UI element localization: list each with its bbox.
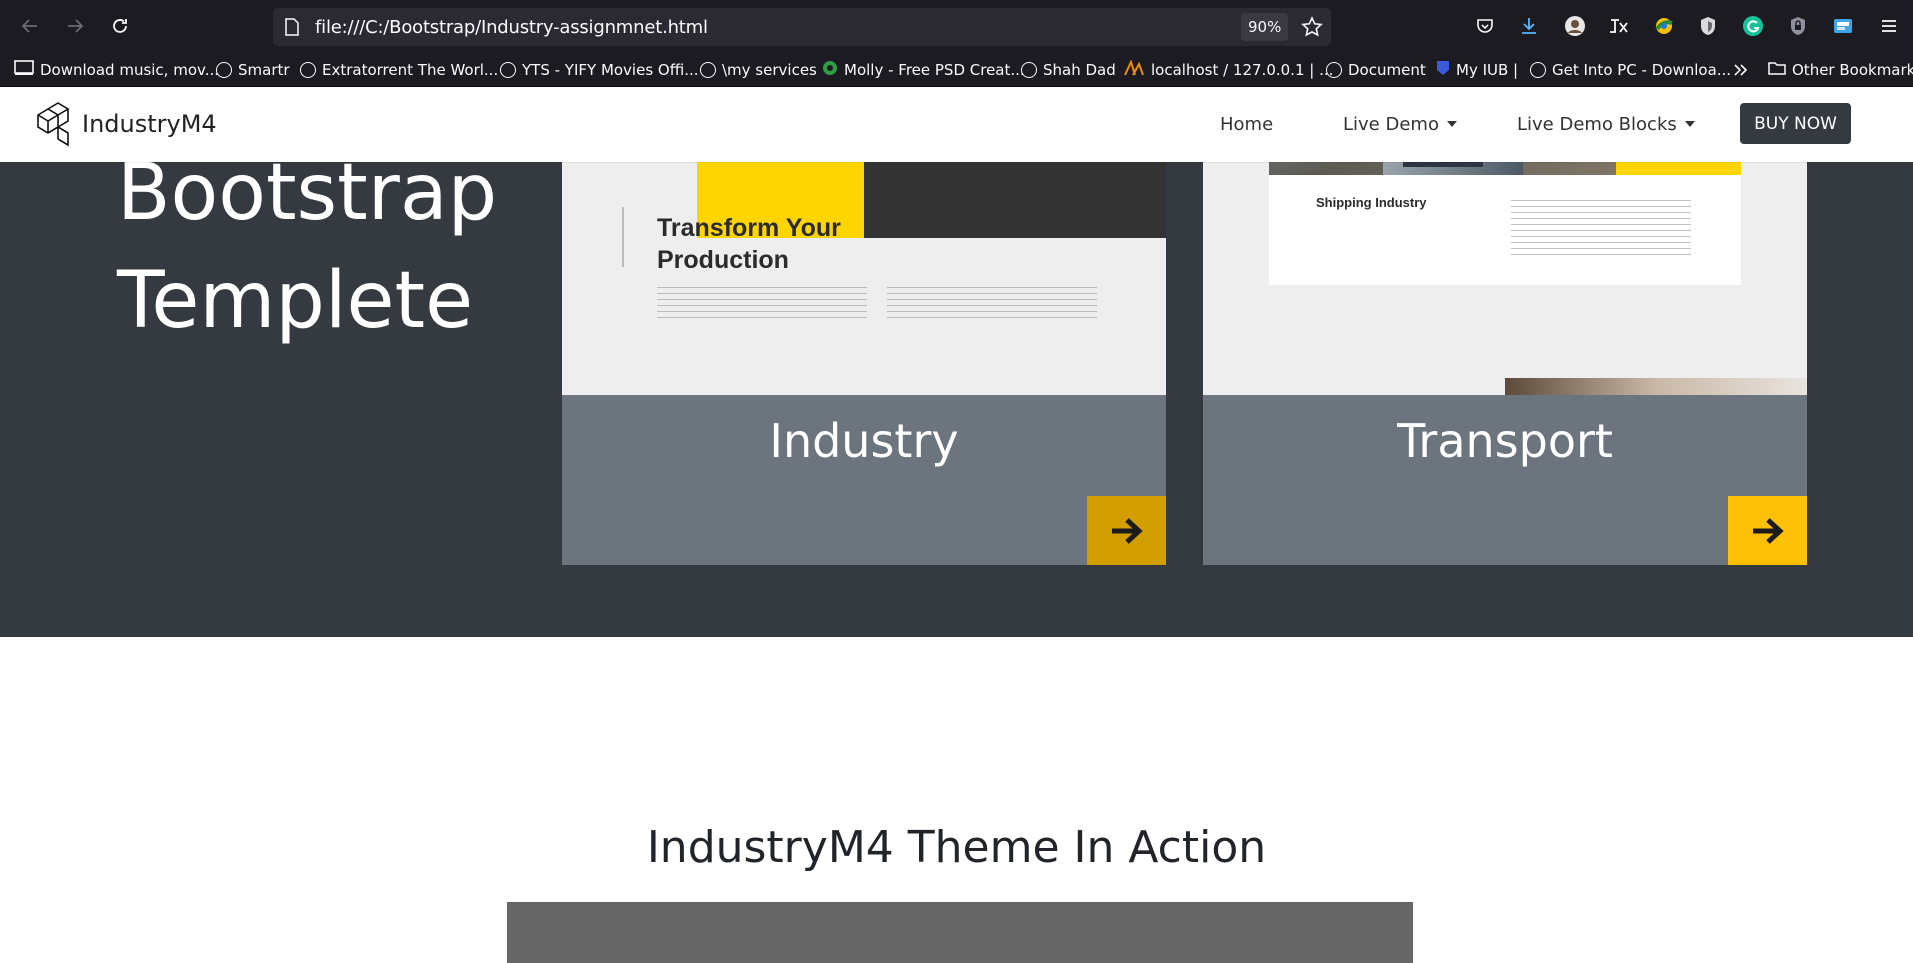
bookmark-item[interactable]: \my services: [700, 59, 817, 81]
arrow-right-icon: [1752, 517, 1784, 544]
brand-name: IndustryM4: [82, 110, 217, 138]
section-title: IndustryM4 Theme In Action: [646, 822, 1267, 873]
nav-live-demo[interactable]: Live Demo: [1343, 114, 1457, 135]
page-viewport: Bootstrap Templete Transform Your Produc…: [0, 87, 1913, 963]
globe-icon: [1021, 62, 1037, 78]
menu-icon[interactable]: [1876, 13, 1902, 39]
other-bookmarks[interactable]: Other Bookmarks: [1768, 59, 1913, 81]
brand-link[interactable]: IndustryM4: [34, 101, 217, 147]
cubes-logo-icon: [37, 102, 70, 147]
page-icon: [285, 18, 299, 41]
shield-icon[interactable]: [1695, 13, 1721, 39]
globe-icon: [1530, 62, 1546, 78]
bookmark-item[interactable]: Get Into PC - Downloa...: [1530, 59, 1731, 81]
url-text: file:///C:/Bootstrap/Industry-assignmnet…: [315, 17, 708, 38]
bookmark-item[interactable]: Smartr: [216, 59, 290, 81]
arrow-right-icon: [1111, 517, 1143, 544]
caret-down-icon: [1684, 121, 1695, 127]
molly-icon: [822, 60, 838, 80]
extension-icon[interactable]: [1651, 13, 1677, 39]
download-icon[interactable]: [1516, 13, 1542, 39]
bookmark-star-icon[interactable]: [1301, 16, 1323, 43]
forward-icon[interactable]: [61, 12, 89, 40]
url-bar[interactable]: file:///C:/Bootstrap/Industry-assignmnet…: [273, 8, 1331, 46]
download-bookmark-icon: [14, 60, 34, 80]
globe-icon: [216, 62, 232, 78]
bookmarks-bar: Download music, mov... Smartr Extratorre…: [0, 52, 1913, 87]
pocket-icon[interactable]: [1472, 13, 1498, 39]
card-arrow-button[interactable]: [1728, 496, 1807, 565]
globe-icon: [300, 62, 316, 78]
globe-icon: [500, 62, 516, 78]
reload-icon[interactable]: [106, 12, 134, 40]
grammarly-icon[interactable]: [1740, 13, 1766, 39]
video-placeholder[interactable]: [507, 902, 1413, 963]
zoom-indicator[interactable]: 90%: [1241, 13, 1289, 41]
hero-title: Bootstrap Templete: [117, 148, 498, 346]
browser-toolbar: file:///C:/Bootstrap/Industry-assignmnet…: [0, 0, 1913, 52]
bookmark-item[interactable]: Download music, mov...: [14, 59, 219, 81]
folder-icon: [1768, 60, 1786, 80]
iub-icon: [1436, 60, 1450, 80]
lock-icon[interactable]: [1785, 13, 1811, 39]
bookmark-item[interactable]: localhost / 127.0.0.1 | ...: [1123, 59, 1333, 81]
bookmark-item[interactable]: Shah Dad: [1021, 59, 1116, 81]
bookmark-item[interactable]: YTS - YIFY Movies Offi...: [500, 59, 699, 81]
globe-icon: [700, 62, 716, 78]
site-navbar: IndustryM4 Home Live Demo Live Demo Bloc…: [0, 87, 1913, 162]
bookmark-item[interactable]: My IUB |: [1436, 59, 1518, 81]
extension-icon[interactable]: [1830, 13, 1856, 39]
nav-home[interactable]: Home: [1220, 114, 1273, 135]
back-icon[interactable]: [16, 12, 44, 40]
card-title: Industry: [769, 414, 959, 468]
bookmark-item[interactable]: Document: [1326, 59, 1426, 81]
card-title: Transport: [1397, 414, 1613, 468]
bookmark-item[interactable]: Extratorrent The Worl...: [300, 59, 498, 81]
extension-icon[interactable]: [1606, 13, 1632, 39]
industry-preview-heading: Transform Your Production: [657, 214, 841, 274]
globe-icon: [1326, 62, 1342, 78]
bookmark-item[interactable]: Molly - Free PSD Creat...: [822, 59, 1025, 81]
transport-preview-heading: Shipping Industry: [1316, 195, 1427, 210]
buy-now-button[interactable]: BUY NOW: [1740, 103, 1851, 144]
hero-section: Bootstrap Templete Transform Your Produc…: [0, 87, 1913, 637]
phpmyadmin-icon: [1123, 59, 1145, 80]
card-arrow-button[interactable]: [1087, 496, 1166, 565]
nav-live-demo-blocks[interactable]: Live Demo Blocks: [1517, 114, 1695, 135]
profile-icon[interactable]: [1562, 13, 1588, 39]
caret-down-icon: [1446, 121, 1457, 127]
more-bookmarks-icon[interactable]: [1733, 59, 1749, 81]
